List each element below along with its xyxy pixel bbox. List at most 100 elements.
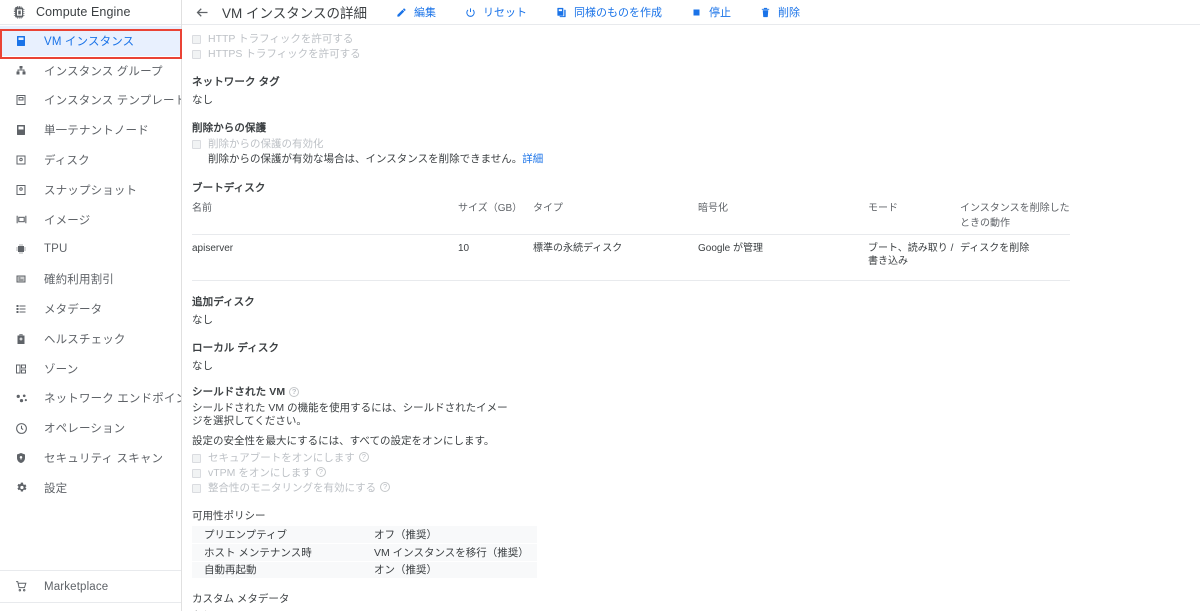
create-similar-button[interactable]: 同様のものを作成 [555,4,662,20]
sidebar-item-label: VM インスタンス [44,35,135,48]
sidebar-item-network-endpoints[interactable]: ネットワーク エンドポイン_ [0,384,181,414]
help-circle-icon[interactable]: ? [289,386,300,397]
deletion-protection-checkbox[interactable] [192,140,201,149]
reset-button[interactable]: リセット [464,4,527,20]
sidebar-item-instance-templates[interactable]: インスタンス テンプレート [0,86,181,116]
vtpm-row[interactable]: vTPM をオンにします ? [192,467,1200,480]
sidebar-item-zones[interactable]: ゾーン [0,354,181,384]
delete-button[interactable]: 削除 [759,4,800,20]
sidebar-item-images[interactable]: イメージ [0,205,181,235]
sidebar-item-label: メタデータ [44,304,103,317]
sole-tenant-node-icon [10,121,32,139]
deletion-protection-row[interactable]: 削除からの保護の有効化 [192,138,1200,151]
shielded-vm-section: シールドされた VM? シールドされた VM の機能を使用するには、シールドされ… [192,384,1200,496]
cell-disk-mode: ブート、読み取り / 書き込み [868,242,954,267]
table-row: 自動再起動 オン（推奨） [192,560,537,578]
additional-disks-title: 追加ディスク [192,295,255,308]
sidebar-item-label: ディスク [44,155,90,168]
sidebar-item-label: セキュリティ スキャン [44,453,164,466]
sidebar-item-snapshots[interactable]: スナップショット [0,175,181,205]
back-arrow-icon[interactable] [192,2,212,22]
deletion-protection-description-text: 削除からの保護が有効な場合は、インスタンスを削除できません。 [208,153,523,165]
sidebar-item-label: イメージ [44,214,91,227]
integrity-monitoring-checkbox[interactable] [192,484,201,493]
sidebar-item-label: ゾーン [44,363,79,376]
sidebar-item-label: インスタンス グループ [44,65,163,78]
security-scan-icon [10,449,32,467]
sidebar-item-security-scans[interactable]: セキュリティ スキャン [0,443,181,473]
sidebar-item-label: ネットワーク エンドポイン_ [44,393,181,406]
integrity-monitoring-row[interactable]: 整合性のモニタリングを有効にする ? [192,482,1200,495]
power-reset-icon [464,5,478,19]
shielded-vm-title: シールドされた VM? [192,384,1200,399]
sidebar-item-marketplace[interactable]: Marketplace [0,571,181,602]
vm-instance-icon [10,32,32,50]
additional-disks-section: 追加ディスク なし [192,294,1200,327]
row-value-host-maintenance: VM インスタンスを移行（推奨） [374,546,529,559]
column-header-encryption: 暗号化 [698,202,728,214]
sidebar-item-settings[interactable]: 設定 [0,473,181,503]
network-tags-value: なし [192,94,213,106]
boot-disk-table: 名前 サイズ（GB） タイプ 暗号化 モード インスタンスを削除したときの動作 … [192,199,1070,281]
secure-boot-checkbox[interactable] [192,454,201,463]
sidebar-item-label: インスタンス テンプレート [44,95,181,108]
secure-boot-label: セキュアブートをオンにします [208,452,355,464]
column-header-size: サイズ（GB） [458,202,523,214]
sidebar-item-vm-instances[interactable]: VM インスタンス [0,26,181,56]
allow-http-checkbox[interactable] [192,35,201,44]
trash-delete-icon [759,5,773,19]
sidebar: Compute Engine VM インスタンス インスタンス グループ インス… [0,0,182,611]
allow-https-row[interactable]: HTTPS トラフィックを許可する [192,48,1200,61]
deletion-protection-learn-more-link[interactable]: 詳細 [522,153,543,165]
product-brand[interactable]: Compute Engine [0,0,181,25]
sidebar-item-instance-groups[interactable]: インスタンス グループ [0,56,181,86]
sidebar-item-tpu[interactable]: TPU [0,235,181,265]
row-key-automatic-restart: 自動再起動 [204,564,257,577]
custom-metadata-section: カスタム メタデータ なし [192,591,1200,611]
action-label: 同様のものを作成 [573,7,662,19]
additional-disks-value: なし [192,313,213,326]
pencil-edit-icon [395,5,409,19]
help-circle-icon[interactable]: ? [358,452,369,462]
main-panel: VM インスタンスの詳細 編集 リセット 同様のものを作成 停止 削除 HTTP… [182,0,1200,611]
boot-disk-title: ブートディスク [192,181,266,194]
cell-disk-name[interactable]: apiserver [192,242,458,255]
instance-group-icon [10,62,32,80]
boot-disk-section: ブートディスク 名前 サイズ（GB） タイプ 暗号化 モード インスタンスを削除… [192,180,1200,281]
tpu-icon [10,240,32,258]
secure-boot-row[interactable]: セキュアブートをオンにします ? [192,452,1200,465]
sidebar-item-sole-tenant-nodes[interactable]: 単一テナントノード [0,115,181,145]
availability-policy-table: プリエンプティブ オフ（推奨） ホスト メンテナンス時 VM インスタンスを移行… [192,526,537,578]
edit-button[interactable]: 編集 [395,4,436,20]
allow-https-label: HTTPS トラフィックを許可する [208,48,361,60]
integrity-monitoring-label: 整合性のモニタリングを有効にする [208,482,377,494]
sidebar-item-operations[interactable]: オペレーション [0,413,181,443]
allow-http-row[interactable]: HTTP トラフィックを許可する [192,33,1200,46]
cell-disk-size: 10 [458,242,470,254]
sidebar-item-health-checks[interactable]: ヘルスチェック [0,324,181,354]
allow-http-label: HTTP トラフィックを許可する [208,33,354,45]
help-circle-icon[interactable]: ? [315,467,326,477]
stop-button[interactable]: 停止 [690,4,731,20]
shielded-vm-options: セキュアブートをオンにします ? vTPM をオンにします ? 整合性のモニタリ… [192,452,1200,495]
deletion-protection-label: 削除からの保護の有効化 [208,138,324,150]
page-toolbar: VM インスタンスの詳細 編集 リセット 同様のものを作成 停止 削除 [182,0,1200,25]
app-root: Compute Engine VM インスタンス インスタンス グループ インス… [0,0,1200,611]
help-circle-icon[interactable]: ? [380,482,391,492]
action-label: 編集 [413,7,436,19]
shielded-vm-description: シールドされた VM の機能を使用するには、シールドされたイメージを選択してくだ… [192,401,508,428]
sidebar-item-metadata[interactable]: メタデータ [0,294,181,324]
sidebar-item-disks[interactable]: ディスク [0,145,181,175]
cell-disk-encryption: Google が管理 [698,242,764,254]
vtpm-checkbox[interactable] [192,469,201,478]
zone-icon [10,360,32,378]
network-tags-section: ネットワーク タグ なし [192,74,1200,107]
sidebar-item-committed-use-discounts[interactable]: 確約利用割引 [0,264,181,294]
column-header-type: タイプ [533,202,563,214]
operations-icon [10,419,32,437]
column-header-on-delete: インスタンスを削除したときの動作 [960,202,1070,229]
deletion-protection-title: 削除からの保護 [192,122,267,134]
allow-https-checkbox[interactable] [192,50,201,59]
stop-square-icon [690,5,704,19]
firewall-options: HTTP トラフィックを許可する HTTPS トラフィックを許可する [192,33,1200,61]
